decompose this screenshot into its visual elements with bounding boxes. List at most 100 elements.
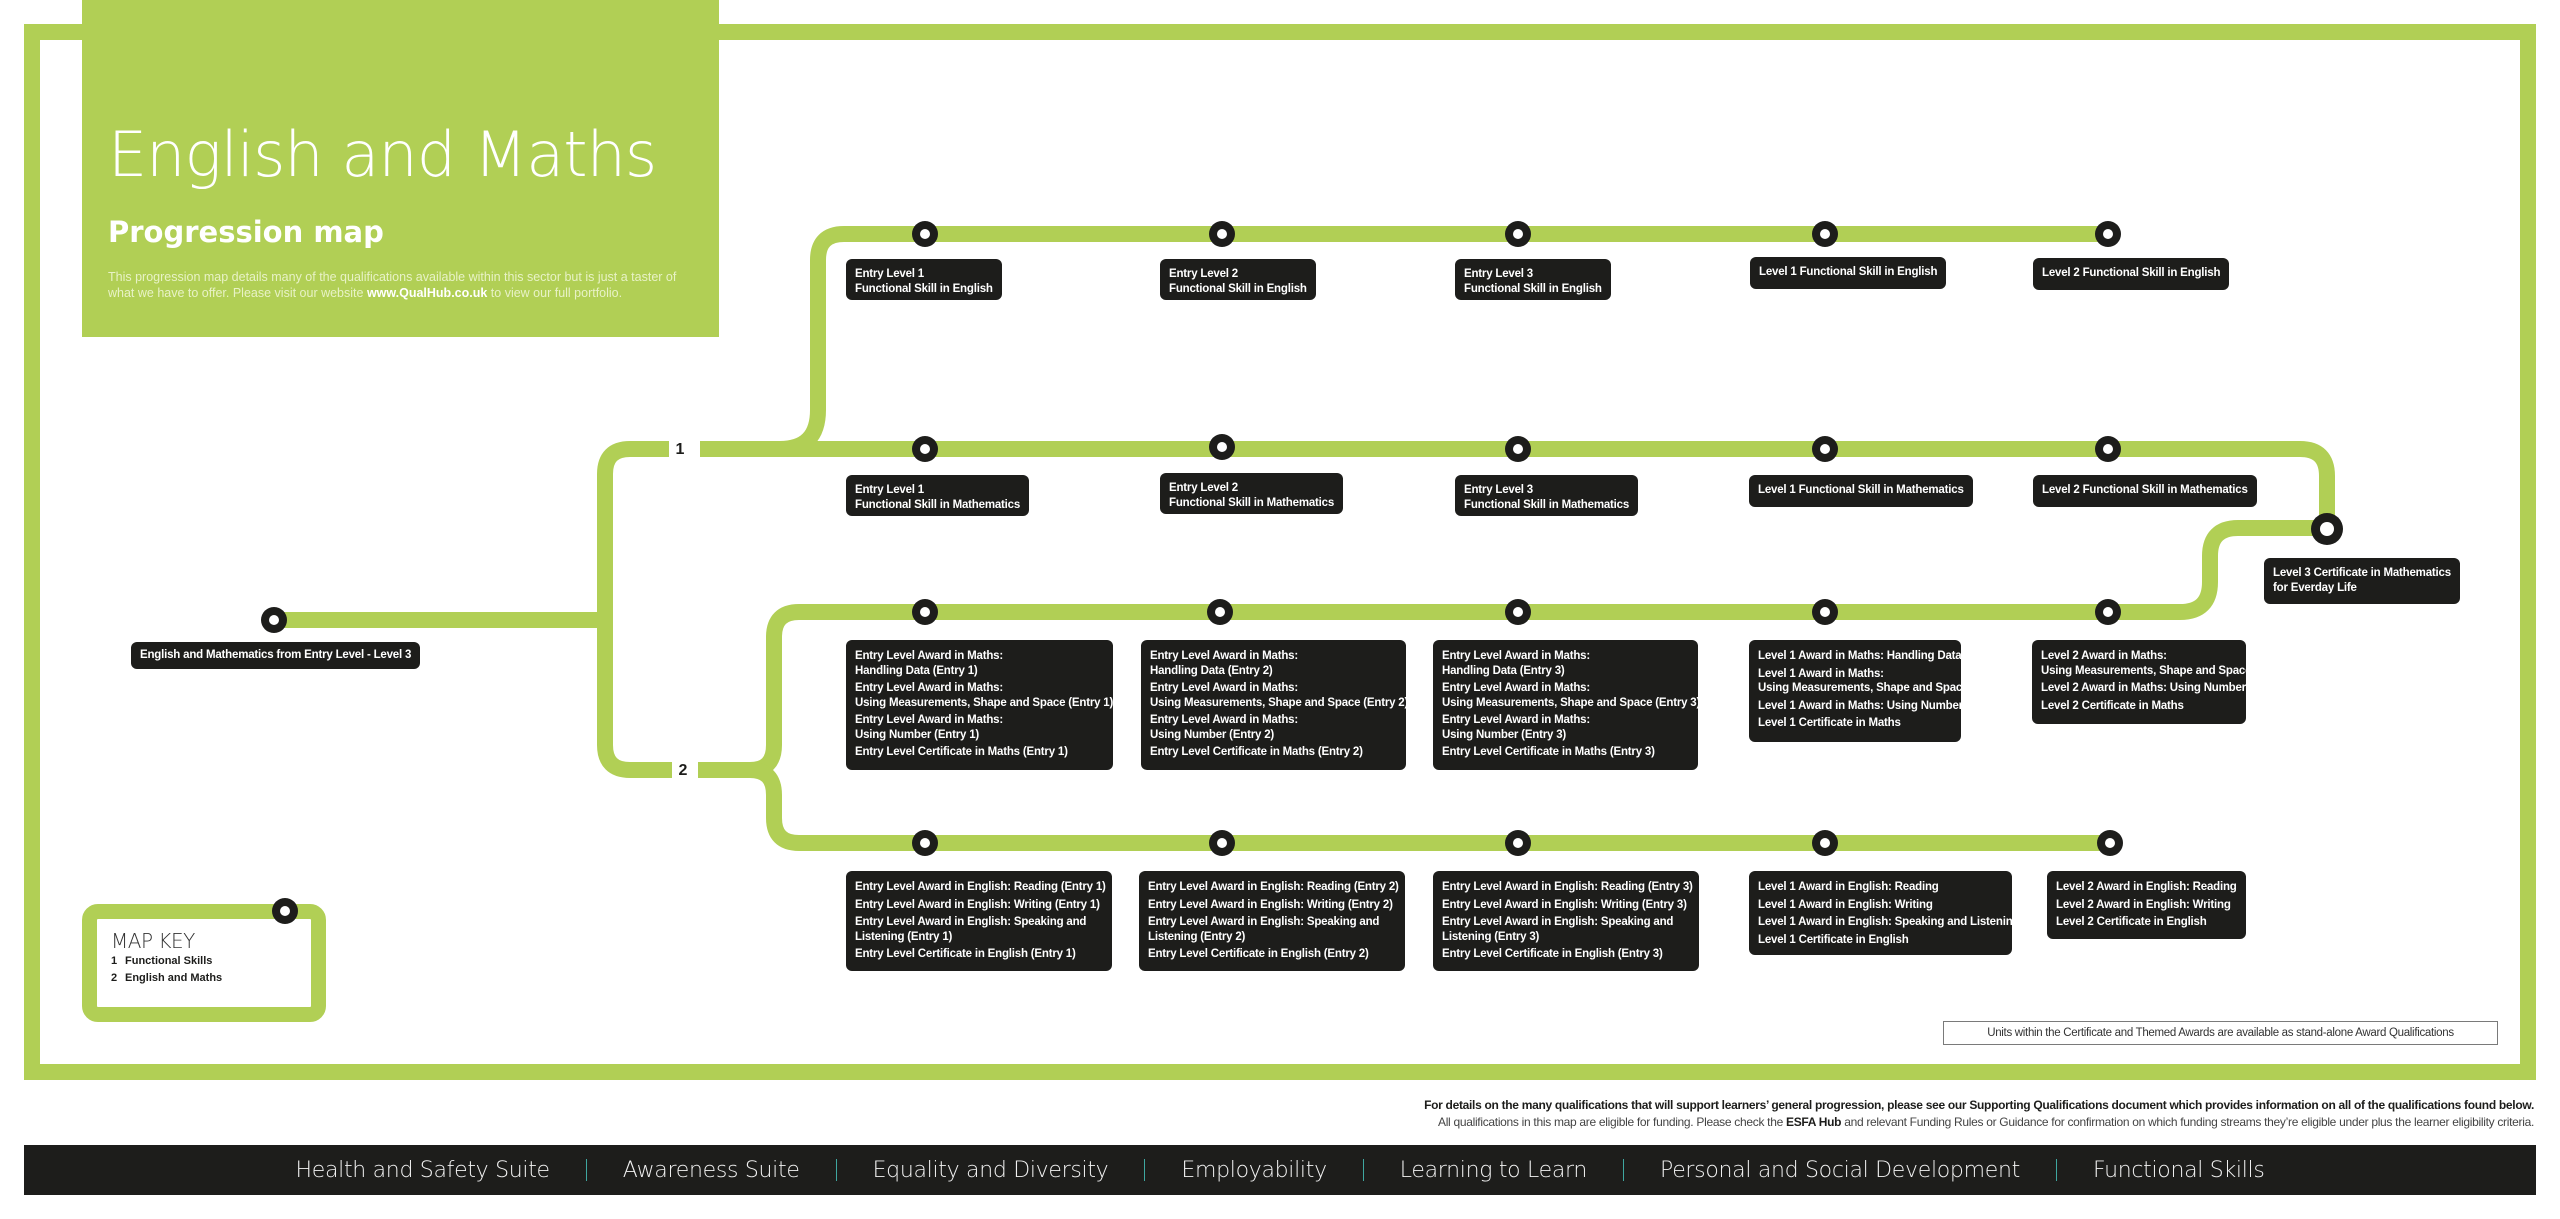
suite-link-awareness-suite[interactable]: Awareness Suite [623, 1158, 800, 1183]
station-maths-awards-1-icon[interactable] [912, 599, 938, 625]
label-line: Entry Level Certificate in English (Entr… [1148, 948, 1369, 960]
qualification-item: Entry Level Award in English: Speaking a… [1148, 915, 1396, 944]
station-label-maths-awards-5[interactable]: Level 2 Award in Maths: Using Measurement… [2032, 640, 2251, 724]
label-line: Entry Level Award in English: Writing (E… [855, 898, 1100, 911]
label-line: Entry Level Award in Maths: [1442, 714, 1590, 726]
label-line: Handling Data (Entry 3) [1442, 664, 1565, 677]
station-fs-maths-1-icon[interactable] [912, 436, 938, 462]
station-fs-english-3-icon[interactable] [1505, 221, 1531, 247]
station-label-english-awards-2[interactable]: Entry Level Award in English: Reading (E… [1139, 871, 1405, 971]
station-label-fs-english-2[interactable]: Entry Level 2 Functional Skill in Englis… [1160, 259, 1316, 300]
station-fs-maths-3-icon[interactable] [1505, 436, 1531, 462]
station-label-fs-english-3[interactable]: Entry Level 3 Functional Skill in Englis… [1455, 259, 1611, 300]
station-label-fs-english-4[interactable]: Level 1 Functional Skill in English [1750, 257, 1947, 289]
station-label-maths-awards-3[interactable]: Entry Level Award in Maths: Handling Data… [1433, 640, 1700, 770]
station-english-awards-1-icon[interactable] [912, 830, 938, 856]
label-line: Entry Level Award in Maths: [1150, 650, 1298, 662]
station-label-maths-awards-4[interactable]: Level 1 Award in Maths: Handling Data Lev… [1749, 640, 1968, 742]
label-line: Entry Level 2 [1169, 482, 1238, 494]
qualification-item: Entry Level Award in Maths: Using Number … [1150, 713, 1397, 742]
station-center [920, 838, 930, 848]
qualification-item: Entry Level Certificate in Maths (Entry … [855, 745, 1104, 760]
station-level3-maths-icon[interactable] [2311, 513, 2343, 545]
label-line: Entry Level Award in English: Reading (E… [855, 881, 1106, 893]
esfa-hub-link[interactable]: ESFA Hub [1786, 1115, 1841, 1129]
label-line: Level 2 Award in English: Writing [2056, 898, 2231, 911]
label-line: Level 2 Award in English: Reading [2056, 881, 2237, 893]
station-fs-english-5-icon[interactable] [2095, 221, 2121, 247]
station-label-fs-maths-3[interactable]: Entry Level 3 Functional Skill in Mathem… [1455, 475, 1639, 516]
label-line: Entry Level Award in Maths: [1150, 714, 1298, 726]
station-fs-maths-2-icon[interactable] [1209, 434, 1235, 460]
label-line: Entry Level Certificate in English (Entr… [855, 948, 1076, 960]
suite-nav-bar: Health and Safety Suite Awareness Suite Eq… [24, 1145, 2536, 1195]
label-line: Listening (Entry 3) [1442, 930, 1540, 943]
label-line: Level 1 Award in Maths: Handling Data [1758, 650, 1962, 662]
station-fs-maths-4-icon[interactable] [1812, 436, 1838, 462]
suite-link-equality-and-diversity[interactable]: Equality and Diversity [873, 1158, 1109, 1183]
station-center [1820, 229, 1830, 239]
station-maths-awards-2-icon[interactable] [1207, 599, 1233, 625]
label-line: Entry Level Award in English: Speaking a… [1442, 916, 1674, 928]
station-maths-awards-5-icon[interactable] [2095, 599, 2121, 625]
station-center [1513, 444, 1523, 454]
qualification-item: Entry Level Award in English: Speaking a… [1442, 915, 1690, 944]
station-label-fs-english-1[interactable]: Entry Level 1 Functional Skill in Englis… [846, 259, 1002, 300]
station-label-level3-maths[interactable]: Level 3 Certificate in Mathematics for E… [2264, 558, 2460, 604]
qualification-item: Level 2 Award in English: Reading [2056, 880, 2237, 895]
label-line: Entry Level Certificate in Maths (Entry … [1150, 746, 1363, 758]
suite-link-personal-and-social-development[interactable]: Personal and Social Development [1660, 1158, 2020, 1183]
label-line: Functional Skill in Mathematics [855, 498, 1021, 511]
label-line: Entry Level Certificate in Maths (Entry … [855, 746, 1068, 758]
suite-link-health-and-safety-suite[interactable]: Health and Safety Suite [295, 1158, 550, 1183]
station-english-awards-3-icon[interactable] [1505, 830, 1531, 856]
label-line: Using Number (Entry 3) [1442, 728, 1567, 741]
label-line: Entry Level 3 [1464, 484, 1533, 496]
station-label-fs-maths-5[interactable]: Level 2 Functional Skill in Mathematics [2033, 475, 2257, 507]
suite-link-employability[interactable]: Employability [1181, 1158, 1327, 1183]
label-line: Using Number (Entry 2) [1150, 728, 1275, 741]
suite-link-functional-skills[interactable]: Functional Skills [2093, 1158, 2265, 1183]
station-label-fs-maths-2[interactable]: Entry Level 2 Functional Skill in Mathem… [1160, 473, 1344, 514]
station-label-maths-awards-1[interactable]: Entry Level Award in Maths: Handling Data… [846, 640, 1113, 770]
qualification-item: Entry Level Certificate in Maths (Entry … [1442, 745, 1689, 760]
station-center [1513, 607, 1523, 617]
station-label-english-awards-3[interactable]: Entry Level Award in English: Reading (E… [1433, 871, 1699, 971]
qualification-item: Entry Level Certificate in English (Entr… [1148, 947, 1396, 962]
map-key-label: Functional Skills [125, 955, 213, 967]
label-line: Entry Level Award in Maths: [1442, 650, 1590, 662]
suite-link-learning-to-learn[interactable]: Learning to Learn [1400, 1158, 1588, 1183]
station-english-awards-5-icon[interactable] [2097, 830, 2123, 856]
station-fs-english-1-icon[interactable] [912, 221, 938, 247]
station-label-fs-maths-1[interactable]: Entry Level 1 Functional Skill in Mathem… [846, 475, 1030, 516]
qualification-item: Entry Level Certificate in Maths (Entry … [1150, 745, 1397, 760]
label-line: Level 2 Functional Skill in English [2042, 267, 2221, 279]
qualification-item: Level 2 Award in Maths: Using Measurement… [2041, 649, 2251, 678]
station-label-maths-awards-2[interactable]: Entry Level Award in Maths: Handling Data… [1141, 640, 1408, 770]
map-key-entry-1: 1 Functional Skills [111, 953, 297, 970]
start-station-icon[interactable] [261, 607, 287, 633]
qualification-item: Entry Level Award in English: Writing (E… [855, 898, 1103, 913]
start-label[interactable]: English and Mathematics from Entry Level… [131, 642, 421, 669]
station-fs-maths-5-icon[interactable] [2095, 436, 2121, 462]
standalone-units-note: Units within the Certificate and Themed … [1943, 1021, 2498, 1045]
station-english-awards-2-icon[interactable] [1209, 830, 1235, 856]
label-line: Entry Level 1 [855, 268, 924, 280]
station-fs-english-2-icon[interactable] [1209, 221, 1235, 247]
station-center [2103, 229, 2113, 239]
label-line: Level 1 Award in English: Reading [1758, 881, 1939, 893]
station-label-english-awards-1[interactable]: Entry Level Award in English: Reading (E… [846, 871, 1112, 971]
station-fs-english-4-icon[interactable] [1812, 221, 1838, 247]
label-line: Entry Level Award in Maths: [855, 682, 1003, 694]
station-label-fs-english-5[interactable]: Level 2 Functional Skill in English [2033, 258, 2230, 290]
map-key-entry-2: 2 English and Maths [111, 970, 297, 987]
station-center [1820, 838, 1830, 848]
station-maths-awards-4-icon[interactable] [1812, 599, 1838, 625]
qualification-item: Entry Level Award in English: Reading (E… [1148, 880, 1399, 895]
station-label-english-awards-4[interactable]: Level 1 Award in English: Reading Level 1… [1749, 871, 2020, 955]
station-label-english-awards-5[interactable]: Level 2 Award in English: Reading Level 2… [2047, 871, 2246, 939]
station-label-fs-maths-4[interactable]: Level 1 Functional Skill in Mathematics [1749, 475, 1973, 507]
station-english-awards-4-icon[interactable] [1812, 830, 1838, 856]
station-maths-awards-3-icon[interactable] [1505, 599, 1531, 625]
qualification-item: Level 2 Certificate in English [2056, 915, 2237, 930]
